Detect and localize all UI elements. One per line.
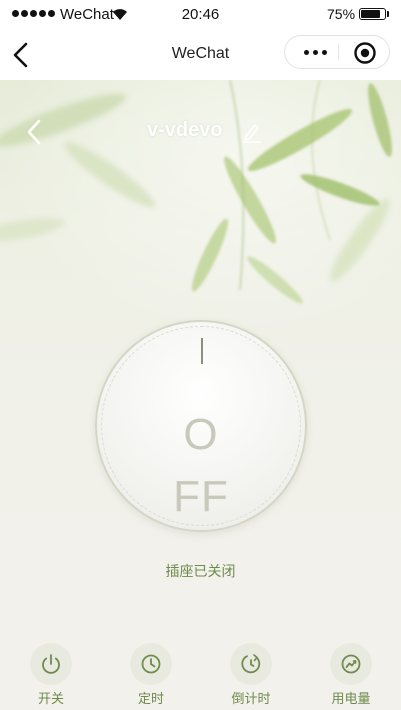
status-bar: WeChat 20:46 75% <box>0 0 401 30</box>
tool-switch-button[interactable]: 开关 <box>11 643 91 707</box>
dial-indicator-mark <box>201 338 203 364</box>
power-usage-icon <box>330 643 372 685</box>
power-icon <box>30 643 72 685</box>
power-state-line-1: O <box>183 410 219 459</box>
capsule-divider <box>338 44 339 60</box>
nav-bar: WeChat <box>0 30 401 80</box>
tool-countdown-button[interactable]: 倒计时 <box>211 643 291 707</box>
socket-status-text: 插座已关闭 <box>165 563 236 579</box>
power-state-line-2: FF <box>173 472 229 521</box>
device-back-icon[interactable] <box>24 118 44 146</box>
tool-countdown-label: 倒计时 <box>231 691 271 706</box>
close-mini-program-icon[interactable] <box>353 41 377 65</box>
tool-power-usage-button[interactable]: 用电量 <box>311 643 391 707</box>
tool-timer-label: 定时 <box>137 691 164 706</box>
countdown-icon <box>230 643 272 685</box>
battery-tip <box>387 11 389 17</box>
main-content: v-vdevo O FF 插座已关闭 开关 定时 倒计时 用电量 <box>0 80 401 710</box>
tool-switch-label: 开关 <box>37 691 64 706</box>
battery-icon <box>359 8 386 20</box>
tool-power-usage-label: 用电量 <box>331 691 371 706</box>
more-options-icon[interactable] <box>297 36 333 68</box>
device-name: v-vdevo <box>147 119 223 141</box>
edit-name-icon[interactable] <box>241 121 263 143</box>
clock-icon <box>130 643 172 685</box>
tool-timer-button[interactable]: 定时 <box>111 643 191 707</box>
power-toggle-dial[interactable]: O FF <box>95 320 307 532</box>
power-state-text: O FF <box>97 404 305 528</box>
battery-percentage: 75% <box>327 6 356 22</box>
mini-program-capsule <box>284 35 390 69</box>
